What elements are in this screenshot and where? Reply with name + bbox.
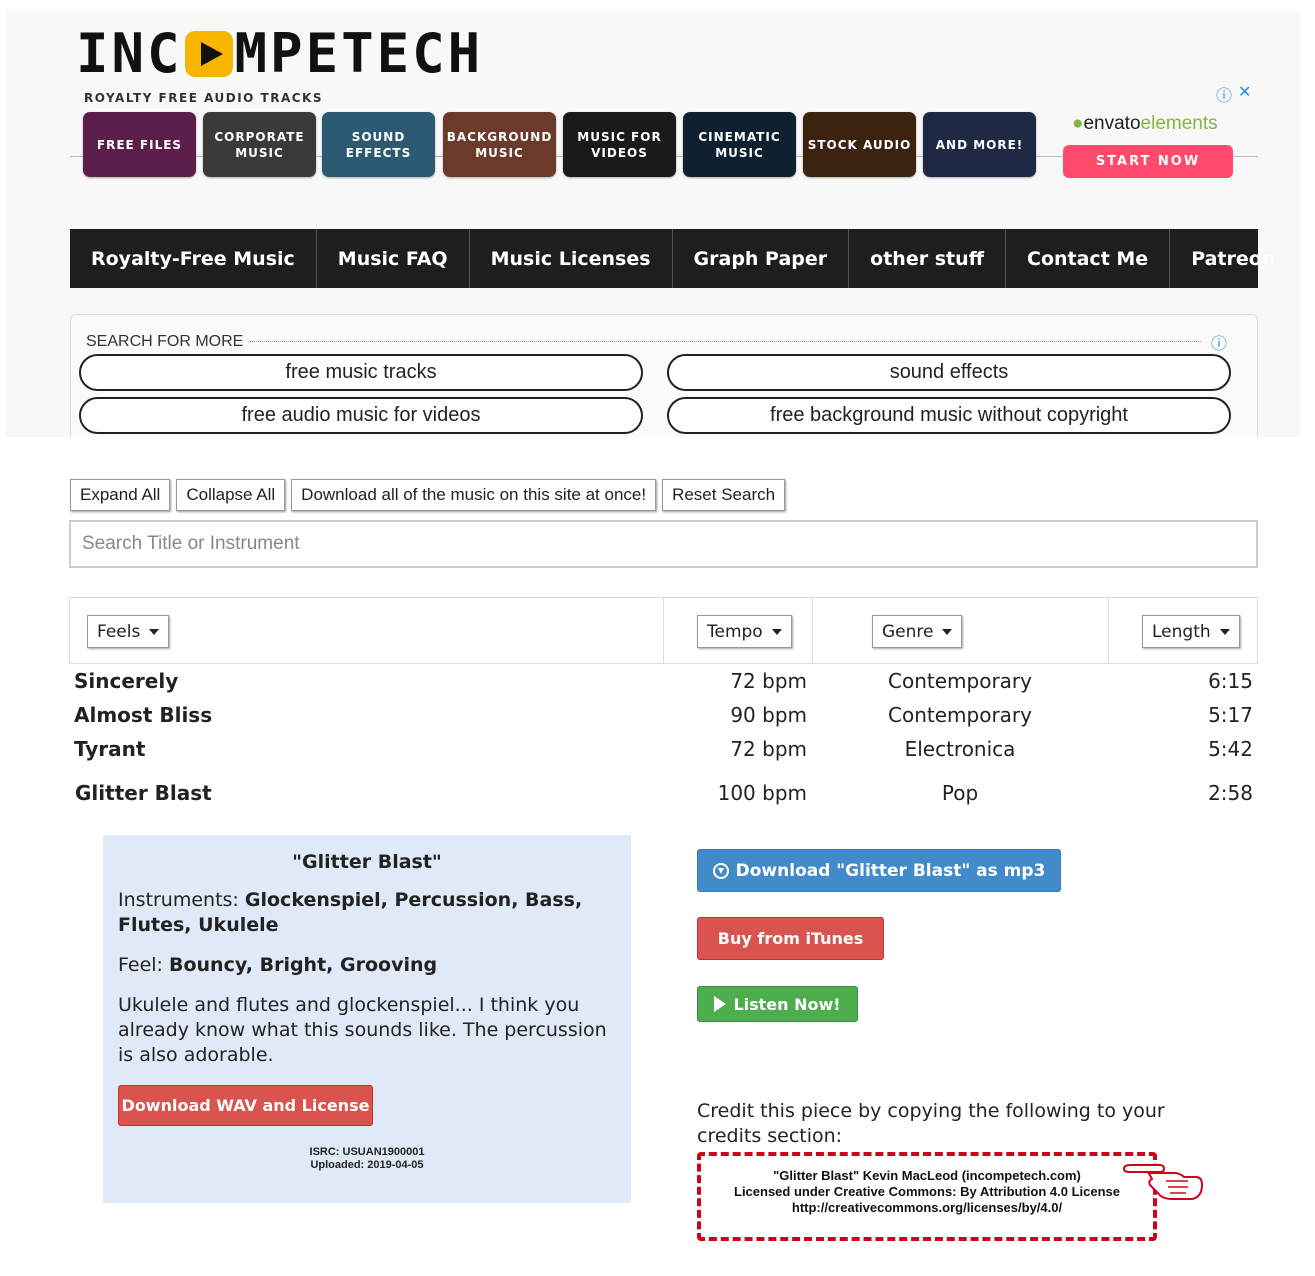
nav-other-stuff[interactable]: other stuff [849, 229, 1006, 288]
download-wav-license-button[interactable]: Download WAV and License [118, 1085, 373, 1126]
track-title: Tyrant [74, 737, 146, 761]
download-all-button[interactable]: Download all of the music on this site a… [291, 479, 657, 511]
ad-tile-sound-effects[interactable]: SOUND EFFECTS [322, 112, 435, 177]
upload-date: Uploaded: 2019-04-05 [310, 1159, 424, 1171]
column-divider [1108, 598, 1109, 664]
track-genre: Pop [941, 781, 979, 805]
feels-dropdown[interactable]: Feels [87, 615, 170, 648]
ad-tile-cinematic-music[interactable]: CINEMATIC MUSIC [683, 112, 796, 177]
track-genre: Contemporary [888, 669, 1032, 693]
ad-controls: ⓘ ✕ [1216, 82, 1251, 106]
logo-text-left: INC [76, 22, 183, 85]
nav-royalty-free-music[interactable]: Royalty-Free Music [70, 229, 317, 288]
chevron-down-icon [942, 628, 953, 635]
track-length: 2:58 [1208, 781, 1253, 805]
track-title: Glitter Blast [75, 781, 212, 805]
info-icon[interactable]: ⓘ [1216, 82, 1232, 106]
track-tempo: 72 bpm [730, 669, 807, 693]
track-genre: Electronica [904, 737, 1016, 761]
track-title: Sincerely [74, 669, 179, 693]
ad-tile-corporate-music[interactable]: CORPORATE MUSIC [203, 112, 316, 177]
filter-header: Feels Tempo Genre Length [69, 597, 1258, 664]
envato-brand[interactable]: ●envatoelements [1072, 113, 1218, 135]
track-length: 5:17 [1208, 703, 1253, 727]
track-tempo: 90 bpm [730, 703, 807, 727]
column-divider [812, 598, 813, 664]
start-now-button[interactable]: START NOW [1063, 145, 1233, 178]
ad-tile-stock-audio[interactable]: STOCK AUDIO [803, 112, 916, 177]
main-nav: Royalty-Free Music Music FAQ Music Licen… [70, 229, 1275, 288]
control-buttons: Expand All Collapse All Download all of … [70, 479, 786, 511]
track-genre: Contemporary [888, 703, 1032, 727]
detail-title: "Glitter Blast" [292, 851, 442, 873]
track-title: Almost Bliss [74, 703, 213, 727]
play-logo-icon [184, 31, 233, 77]
instruments-line: Instruments: Glockenspiel, Percussion, B… [118, 889, 583, 936]
expand-all-button[interactable]: Expand All [70, 479, 171, 511]
leaf-icon: ● [1072, 113, 1084, 134]
credit-box[interactable]: "Glitter Blast" Kevin MacLeod (incompete… [697, 1152, 1157, 1241]
dotted-divider [249, 341, 1201, 342]
chevron-down-icon [771, 628, 782, 635]
info-icon[interactable]: ⓘ [1211, 330, 1227, 354]
close-icon[interactable]: ✕ [1238, 82, 1251, 106]
track-row[interactable]: Almost Bliss 90 bpm Contemporary 5:17 [0, 703, 1315, 733]
credit-line: http://creativecommons.org/licenses/by/4… [791, 1200, 1063, 1215]
buy-itunes-button[interactable]: Buy from iTunes [697, 917, 884, 960]
track-length: 5:42 [1208, 737, 1253, 761]
pill-free-audio-music-for-videos[interactable]: free audio music for videos [79, 397, 643, 434]
track-length: 6:15 [1208, 669, 1253, 693]
chevron-down-icon [1219, 628, 1230, 635]
ad-tile-free-files[interactable]: FREE FILES [83, 112, 196, 177]
column-divider [663, 598, 664, 664]
nav-graph-paper[interactable]: Graph Paper [673, 229, 850, 288]
tempo-dropdown[interactable]: Tempo [697, 615, 792, 648]
nav-contact-me[interactable]: Contact Me [1006, 229, 1171, 288]
search-input[interactable] [69, 520, 1258, 568]
credit-instructions: Credit this piece by copying the followi… [697, 1100, 1165, 1147]
site-logo[interactable]: INC MPETECH [76, 22, 484, 85]
genre-dropdown[interactable]: Genre [872, 615, 963, 648]
track-description: Ukulele and flutes and glockenspiel... I… [118, 994, 607, 1066]
credit-line: "Glitter Blast" Kevin MacLeod (incompete… [773, 1168, 1081, 1183]
pill-free-music-tracks[interactable]: free music tracks [79, 354, 643, 391]
ad-tile-music-for-videos[interactable]: MUSIC FOR VIDEOS [563, 112, 676, 177]
listen-now-button[interactable]: Listen Now! [697, 986, 858, 1022]
track-row[interactable]: Sincerely 72 bpm Contemporary 6:15 [0, 669, 1315, 699]
collapse-all-button[interactable]: Collapse All [176, 479, 286, 511]
track-tempo: 72 bpm [730, 737, 807, 761]
ad-tile-background-music[interactable]: BACKGROUND MUSIC [443, 112, 556, 177]
pill-free-background-music[interactable]: free background music without copyright [667, 397, 1231, 434]
track-detail-panel: "Glitter Blast" Instruments: Glockenspie… [103, 835, 631, 1203]
nav-music-licenses[interactable]: Music Licenses [470, 229, 673, 288]
reset-search-button[interactable]: Reset Search [662, 479, 786, 511]
credit-line: Licensed under Creative Commons: By Attr… [734, 1184, 1120, 1199]
ad-tile-and-more[interactable]: AND MORE! [923, 112, 1036, 177]
nav-patreon[interactable]: Patreon [1170, 229, 1296, 288]
search-for-more-panel: SEARCH FOR MORE ⓘ free music tracks soun… [70, 314, 1258, 437]
search-for-more-title: SEARCH FOR MORE [86, 333, 250, 351]
play-icon [714, 996, 727, 1012]
length-dropdown[interactable]: Length [1142, 615, 1240, 648]
track-row[interactable]: Tyrant 72 bpm Electronica 5:42 [0, 737, 1315, 767]
feel-line: Feel: Bouncy, Bright, Grooving [118, 954, 438, 976]
pill-sound-effects[interactable]: sound effects [667, 354, 1231, 391]
track-row-expanded[interactable]: Glitter Blast 100 bpm Pop 2:58 [0, 781, 1315, 811]
logo-text-right: MPETECH [234, 22, 484, 85]
track-tempo: 100 bpm [717, 781, 807, 805]
pointing-hand-icon [1122, 1164, 1204, 1200]
tagline: ROYALTY FREE AUDIO TRACKS [84, 91, 323, 105]
download-mp3-button[interactable]: Download "Glitter Blast" as mp3 [697, 849, 1061, 892]
download-icon [712, 862, 729, 879]
isrc-code: ISRC: USUAN1900001 [309, 1146, 425, 1158]
nav-music-faq[interactable]: Music FAQ [317, 229, 470, 288]
chevron-down-icon [149, 628, 160, 635]
